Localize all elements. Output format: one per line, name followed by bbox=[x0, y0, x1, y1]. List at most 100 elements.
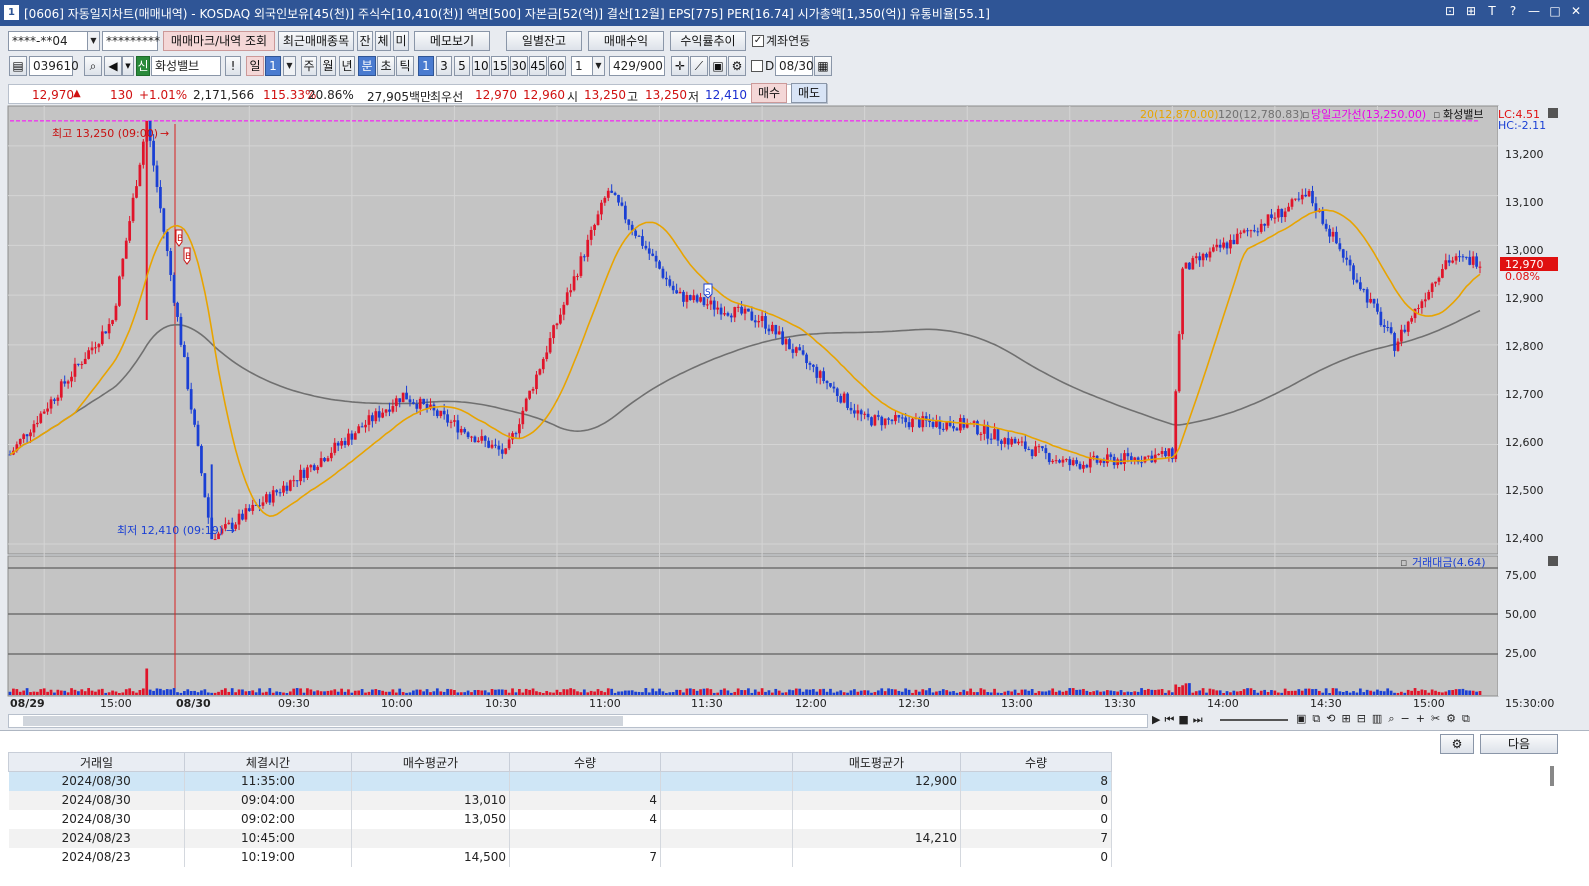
stock-name-field[interactable]: 화성밸브 bbox=[151, 56, 221, 76]
period-week-button[interactable]: 주 bbox=[301, 56, 317, 76]
zoom-out-icon[interactable]: − bbox=[1401, 712, 1410, 726]
date-checkbox[interactable] bbox=[751, 60, 763, 72]
maximize-button[interactable]: □ bbox=[1548, 4, 1562, 19]
period-second-button[interactable]: 초 bbox=[377, 56, 395, 76]
forward-icon[interactable]: ⏭ bbox=[1193, 713, 1203, 727]
trendline-icon[interactable]: ⟋ bbox=[690, 56, 708, 76]
column-header[interactable] bbox=[660, 752, 793, 772]
scissors-icon[interactable]: ✂ bbox=[1431, 712, 1440, 726]
period-day-button[interactable]: 일 bbox=[246, 56, 264, 76]
table-row[interactable]: 2024/08/30 11:35:00 12,900 8 bbox=[8, 771, 1112, 791]
window-icon[interactable]: ⧉ bbox=[1312, 712, 1320, 726]
column-header[interactable]: 매도평균가 bbox=[792, 752, 961, 772]
column-header[interactable]: 거래일 bbox=[8, 752, 185, 772]
scroll-right-icon[interactable]: ▶ bbox=[1152, 713, 1160, 727]
period-count-dropdown-icon[interactable]: ▼ bbox=[283, 56, 296, 76]
period-day-count[interactable]: 1 bbox=[265, 56, 281, 76]
password-field[interactable]: ********* bbox=[102, 31, 160, 51]
account-field[interactable]: ****-**04 bbox=[8, 31, 88, 51]
table-row[interactable]: 2024/08/30 09:02:00 13,050 4 0 bbox=[8, 809, 1112, 829]
dual-icon[interactable]: ⧉ bbox=[1462, 712, 1470, 726]
volume-bar bbox=[1430, 689, 1434, 695]
alert-button[interactable]: ! bbox=[225, 56, 241, 76]
next-button[interactable]: 다음 bbox=[1480, 734, 1558, 754]
interval-45-button[interactable]: 45 bbox=[529, 56, 547, 76]
tile-window-icon[interactable]: ⊞ bbox=[1464, 4, 1478, 19]
column-header[interactable]: 수량 bbox=[960, 752, 1112, 772]
table-icon[interactable]: ⊟ bbox=[1357, 712, 1366, 726]
interval-60-button[interactable]: 60 bbox=[548, 56, 566, 76]
candle-body bbox=[682, 291, 685, 302]
zoom-in-icon[interactable]: + bbox=[1416, 712, 1425, 726]
tab-executed[interactable]: 체 bbox=[375, 31, 391, 51]
period-year-button[interactable]: 년 bbox=[339, 56, 355, 76]
column-header[interactable]: 수량 bbox=[509, 752, 661, 772]
link-window-icon[interactable]: ⊡ bbox=[1443, 4, 1457, 19]
memo-button[interactable]: 메모보기 bbox=[414, 31, 490, 51]
interval-3-button[interactable]: 3 bbox=[436, 56, 452, 76]
scrollbar-thumb[interactable] bbox=[23, 716, 623, 726]
volume-pane-collapse-icon[interactable] bbox=[1548, 556, 1558, 566]
candle-body bbox=[1147, 455, 1150, 457]
trade-profit-button[interactable]: 매매수익 bbox=[588, 31, 664, 51]
tab-unfilled[interactable]: 미 bbox=[393, 31, 409, 51]
gear-icon[interactable]: ⚙ bbox=[728, 56, 746, 76]
buy-button[interactable]: 매수 bbox=[751, 83, 787, 103]
table-row[interactable]: 2024/08/23 10:45:00 14,210 7 bbox=[8, 828, 1112, 848]
save-icon[interactable]: ▣ bbox=[709, 56, 727, 76]
rewind-icon[interactable]: ⏮ bbox=[1164, 713, 1174, 727]
calendar-icon[interactable]: ▦ bbox=[814, 56, 832, 76]
speaker-icon[interactable]: ◀ bbox=[104, 56, 122, 76]
grid-scrollbar[interactable] bbox=[1550, 766, 1554, 786]
period-tick-button[interactable]: 틱 bbox=[396, 56, 414, 76]
reset-icon[interactable]: ⟲ bbox=[1326, 712, 1335, 726]
table-row[interactable]: 2024/08/23 10:19:00 14,500 7 0 bbox=[8, 847, 1112, 867]
text-size-icon[interactable]: T bbox=[1485, 4, 1499, 19]
chart-type-icon[interactable]: ▥ bbox=[1372, 712, 1382, 726]
column-header[interactable]: 체결시간 bbox=[184, 752, 352, 772]
candle-body bbox=[1300, 194, 1304, 200]
crosshair-icon[interactable]: ✛ bbox=[671, 56, 689, 76]
account-link-checkbox[interactable]: ✓ bbox=[752, 35, 764, 47]
candle-body bbox=[1423, 299, 1427, 302]
stop-icon[interactable]: ■ bbox=[1178, 713, 1188, 727]
interval-10-button[interactable]: 10 bbox=[472, 56, 490, 76]
trade-mark-button[interactable]: 매매마크/내역 조회 bbox=[163, 31, 275, 51]
zoom-slider[interactable] bbox=[1220, 719, 1288, 721]
data-count-field[interactable]: 429/900 bbox=[609, 56, 665, 76]
speaker-dropdown-icon[interactable]: ▼ bbox=[122, 56, 134, 76]
volume-bar bbox=[25, 688, 29, 695]
period-minute-button[interactable]: 분 bbox=[358, 56, 376, 76]
column-header[interactable]: 매수평균가 bbox=[351, 752, 510, 772]
interval-15-button[interactable]: 15 bbox=[491, 56, 509, 76]
daily-balance-button[interactable]: 일별잔고 bbox=[506, 31, 582, 51]
chart-scrollbar[interactable] bbox=[8, 714, 1148, 728]
custom-interval-field[interactable]: 1 bbox=[571, 56, 593, 76]
table-row[interactable]: 2024/08/30 09:04:00 13,010 4 0 bbox=[8, 790, 1112, 810]
search-icon[interactable]: ⌕ bbox=[84, 56, 102, 76]
interval-1-button[interactable]: 1 bbox=[418, 56, 434, 76]
custom-interval-dropdown-icon[interactable]: ▼ bbox=[592, 56, 605, 76]
interval-30-button[interactable]: 30 bbox=[510, 56, 528, 76]
settings-icon[interactable]: ⚙ bbox=[1446, 712, 1456, 726]
grid-icon[interactable]: ⊞ bbox=[1341, 712, 1350, 726]
interval-5-button[interactable]: 5 bbox=[454, 56, 470, 76]
chart-settings-icon[interactable]: ▤ bbox=[9, 56, 27, 76]
grid-settings-icon[interactable]: ⚙ bbox=[1440, 734, 1474, 754]
period-month-button[interactable]: 월 bbox=[320, 56, 336, 76]
close-button[interactable]: ✕ bbox=[1569, 4, 1583, 19]
help-icon[interactable]: ? bbox=[1506, 4, 1520, 19]
sell-button[interactable]: 매도 bbox=[791, 83, 827, 103]
price-pane-collapse-icon[interactable] bbox=[1548, 108, 1558, 118]
account-dropdown-icon[interactable]: ▼ bbox=[87, 31, 100, 51]
minimize-button[interactable]: — bbox=[1527, 4, 1541, 19]
layout-icon[interactable]: ▣ bbox=[1296, 712, 1306, 726]
tab-balance[interactable]: 잔 bbox=[357, 31, 373, 51]
stock-chart[interactable]: 20(12,870.00) 120(12,780.83) ▫ 당일고가선(13,… bbox=[0, 104, 1589, 712]
date-field[interactable]: 08/30 bbox=[775, 56, 814, 76]
magnify-icon[interactable]: ⌕ bbox=[1388, 712, 1394, 726]
return-trend-button[interactable]: 수익률추이 bbox=[670, 31, 746, 51]
recent-items-button[interactable]: 최근매매종목 bbox=[278, 31, 354, 51]
stock-code-field[interactable]: 039610 bbox=[29, 56, 79, 76]
volume-bar bbox=[794, 688, 798, 695]
